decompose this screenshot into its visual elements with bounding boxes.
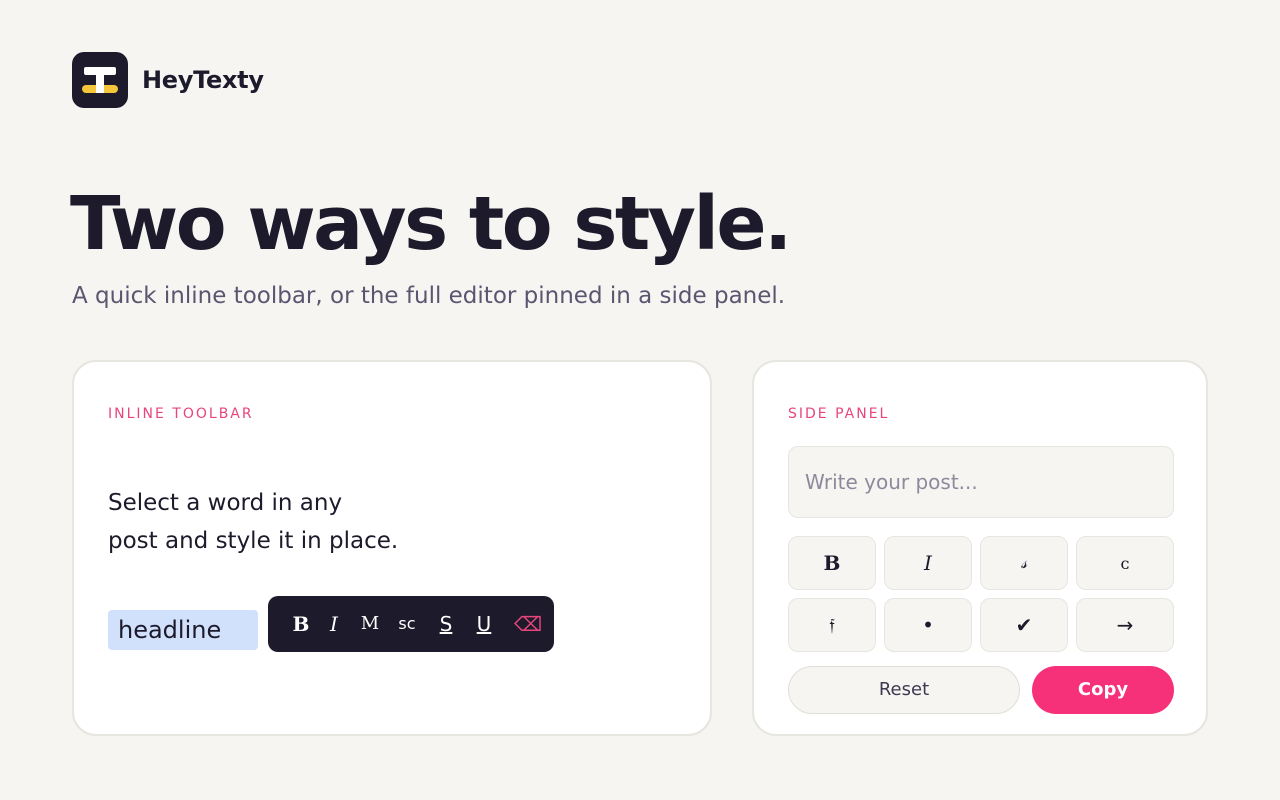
checkmark-icon[interactable]: ✔ [980, 598, 1068, 652]
card-description: Select a word in any post and style it i… [108, 484, 428, 560]
underline-button[interactable]: U [466, 596, 502, 652]
page-subtitle: A quick inline toolbar, or the full edit… [72, 283, 786, 309]
copy-button[interactable]: Copy [1032, 666, 1174, 714]
description-line-1: Select a word in any [108, 490, 343, 516]
brand[interactable]: HeyTexty [72, 52, 264, 108]
bold-icon[interactable]: B [788, 536, 876, 590]
card-label: SIDE PANEL [788, 406, 890, 422]
inline-toolbar-card: INLINE TOOLBAR Select a word in any post… [72, 360, 712, 736]
page-title: Two ways to style. [70, 181, 792, 267]
bullet-icon[interactable]: • [884, 598, 972, 652]
arrow-right-icon[interactable]: → [1076, 598, 1174, 652]
strikethrough-button[interactable]: S [426, 596, 466, 652]
monospace-button[interactable]: M [352, 596, 388, 652]
italic-button[interactable]: I [316, 596, 352, 652]
small-caps-icon[interactable]: ᴄ [1076, 536, 1174, 590]
clear-format-icon[interactable]: ⌫ [502, 596, 554, 652]
script-icon[interactable]: 𝓈 [980, 536, 1068, 590]
card-label: INLINE TOOLBAR [108, 406, 254, 422]
text-t-icon [72, 52, 128, 108]
small-caps-button[interactable]: sc [388, 596, 426, 652]
inline-toolbar: B I M sc S U ⌫ [268, 596, 554, 652]
italic-icon[interactable]: I [884, 536, 972, 590]
brand-name: HeyTexty [142, 66, 264, 94]
fraktur-icon[interactable]: 𝔣 [788, 598, 876, 652]
side-panel-card: SIDE PANEL B I 𝓈 ᴄ 𝔣 • ✔ → Reset Copy [752, 360, 1208, 736]
bold-button[interactable]: B [286, 596, 316, 652]
description-line-2: post and style it in place. [108, 528, 399, 554]
reset-button[interactable]: Reset [788, 666, 1020, 714]
post-input[interactable] [788, 446, 1174, 518]
selected-word[interactable]: headline [108, 610, 258, 650]
